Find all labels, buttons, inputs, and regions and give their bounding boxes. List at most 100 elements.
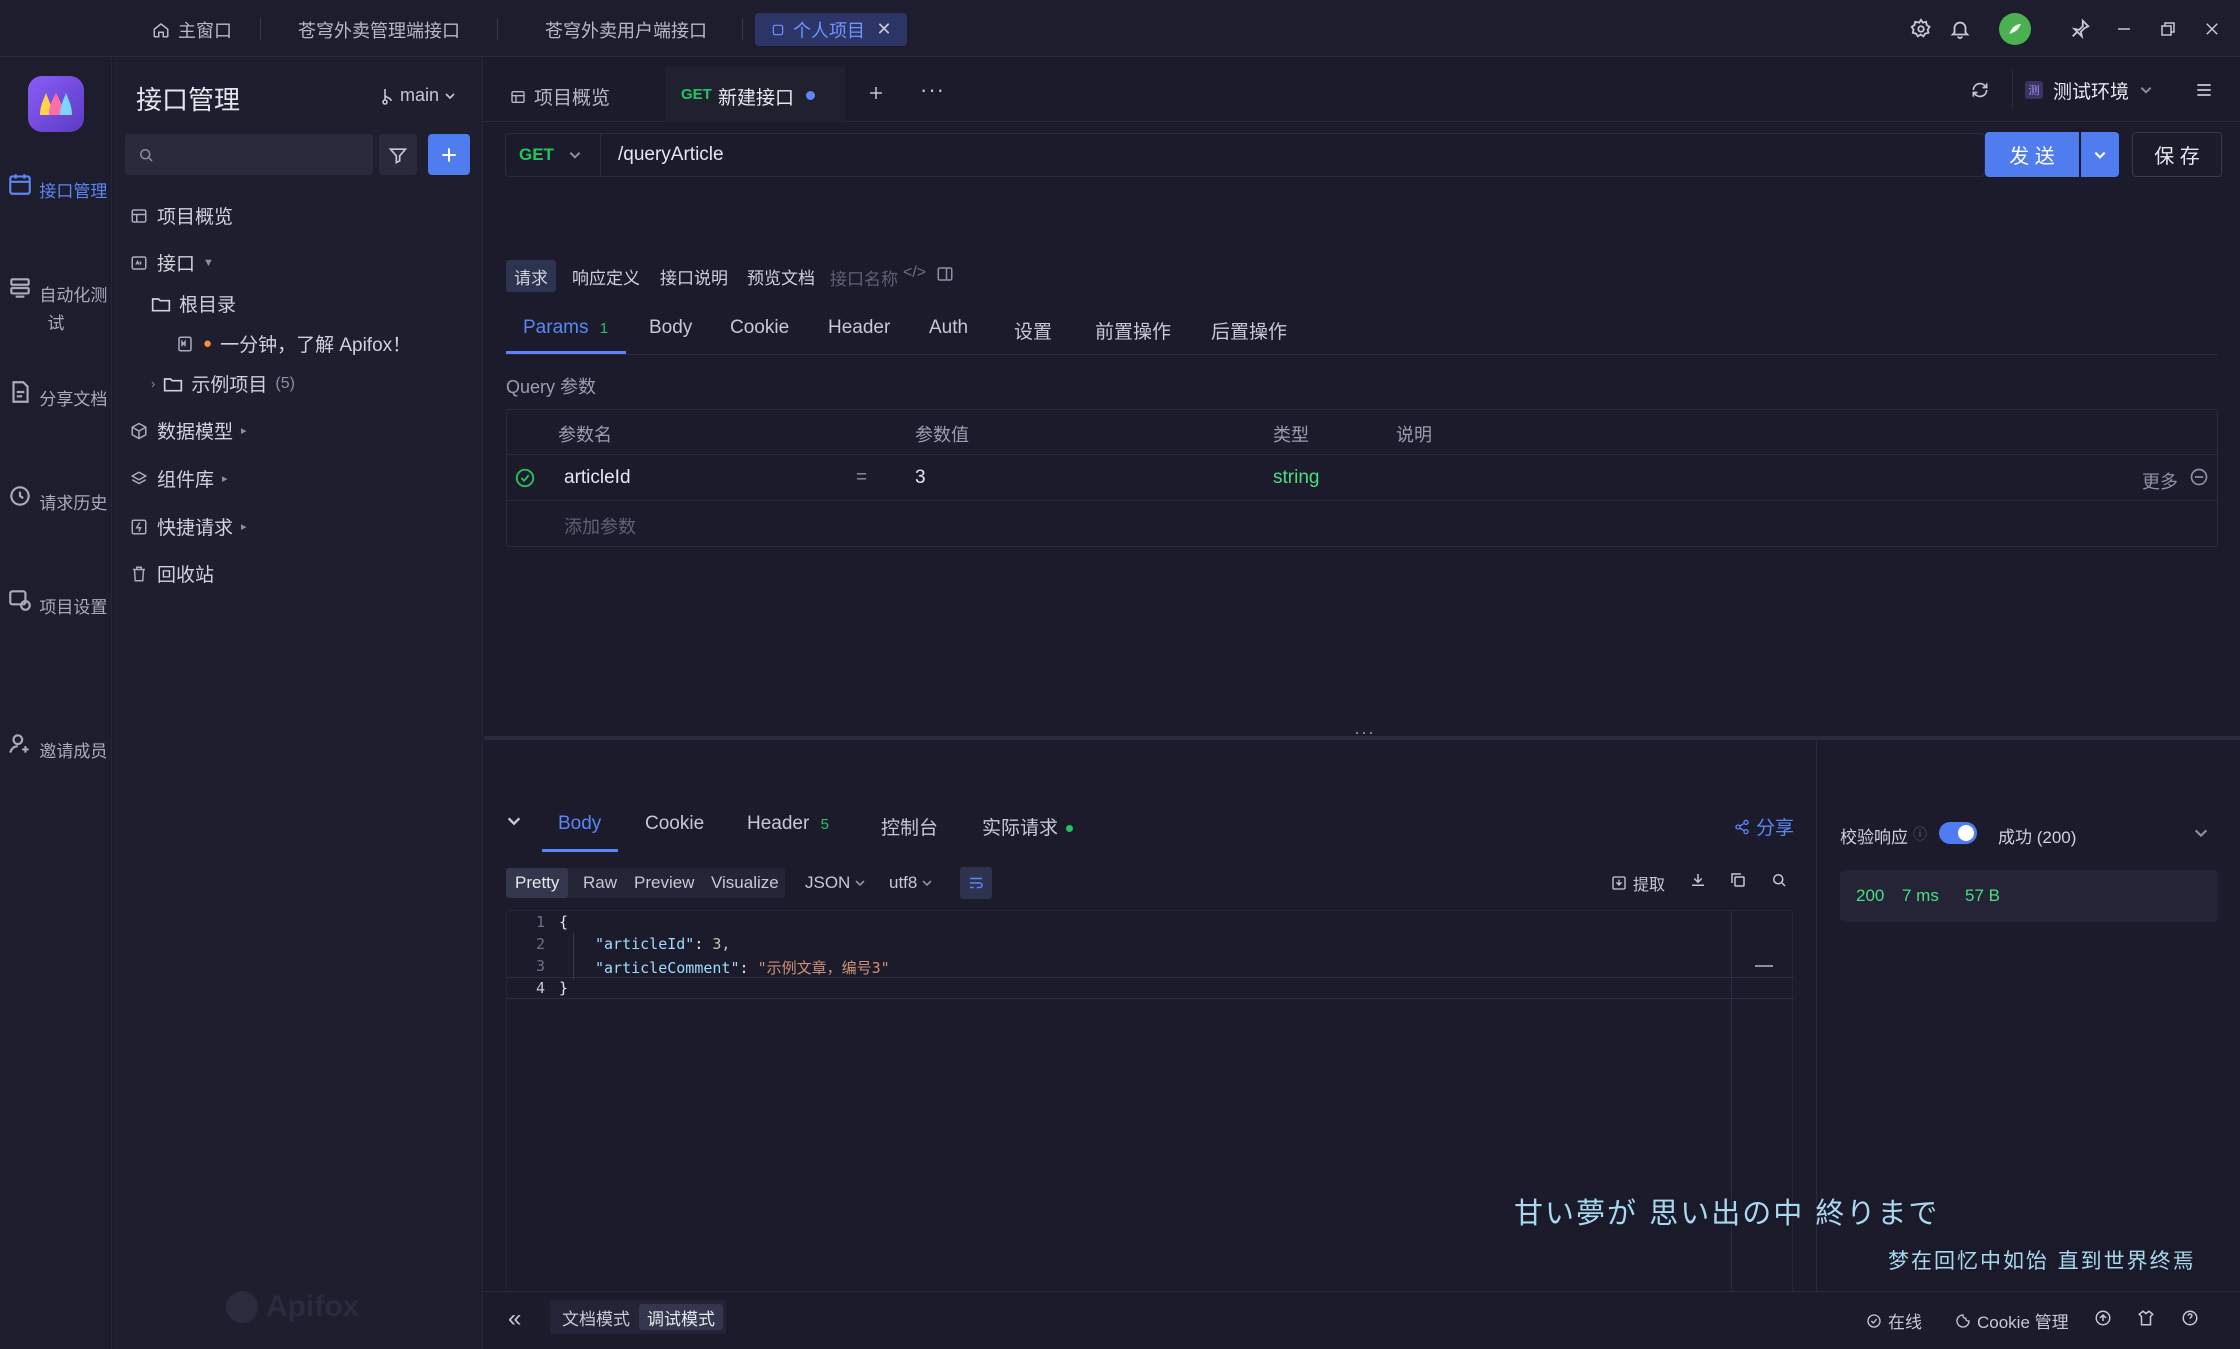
- wrap-toggle[interactable]: [960, 867, 992, 899]
- tree-item-overview[interactable]: 项目概览: [129, 202, 233, 229]
- branch-selector[interactable]: main: [381, 85, 456, 106]
- window-tab-personal[interactable]: 个人项目 ✕: [755, 13, 907, 46]
- tab-header[interactable]: Header: [828, 317, 890, 339]
- tree-item-components[interactable]: 组件库 ▸: [129, 465, 228, 492]
- format-preview[interactable]: Preview: [625, 868, 703, 898]
- add-button[interactable]: [428, 134, 470, 175]
- encoding-select[interactable]: utf8: [880, 868, 942, 898]
- restore-icon[interactable]: [2155, 16, 2181, 42]
- window-tab-user-api[interactable]: 苍穹外卖用户端接口: [545, 13, 707, 46]
- tree-item-root[interactable]: 根目录: [151, 290, 236, 317]
- tree-item-schemas[interactable]: 数据模型 ▸: [129, 417, 247, 444]
- minimize-icon[interactable]: [2111, 16, 2137, 42]
- resp-tab-cookie[interactable]: Cookie: [645, 813, 704, 835]
- param-type[interactable]: string: [1273, 467, 1319, 489]
- help-icon[interactable]: ⓘ: [1913, 824, 1927, 844]
- avatar[interactable]: [1999, 13, 2031, 45]
- rail-invite-member[interactable]: 邀请成员: [0, 729, 112, 765]
- send-options-button[interactable]: [2081, 132, 2119, 177]
- param-name[interactable]: articleId: [564, 467, 631, 489]
- subtab-response-def[interactable]: 响应定义: [564, 260, 648, 292]
- rail-api-management[interactable]: 接口管理: [0, 169, 112, 205]
- bell-icon[interactable]: [1947, 16, 1973, 42]
- window-tab-admin-api[interactable]: 苍穹外卖管理端接口: [298, 13, 460, 46]
- collapse-sidebar-icon[interactable]: «: [508, 1305, 521, 1333]
- collapse-chevron-icon[interactable]: [506, 813, 522, 829]
- more-link[interactable]: 更多: [2142, 468, 2178, 494]
- lang-select[interactable]: JSON: [796, 868, 875, 898]
- tab-label: 实际请求: [982, 818, 1059, 839]
- upload-icon[interactable]: [2094, 1309, 2112, 1327]
- tab-params[interactable]: Params 1: [523, 317, 608, 339]
- search-box[interactable]: [125, 134, 373, 175]
- method-select[interactable]: GET: [505, 133, 601, 177]
- filter-button[interactable]: [379, 134, 417, 175]
- tab-project-overview[interactable]: 项目概览: [510, 83, 610, 110]
- save-button[interactable]: 保 存: [2132, 132, 2222, 177]
- online-status[interactable]: 在线: [1866, 1308, 1922, 1333]
- resp-tab-body[interactable]: Body: [558, 813, 601, 835]
- format-raw[interactable]: Raw: [574, 868, 626, 898]
- window-tab-home[interactable]: 主窗口: [150, 13, 232, 46]
- response-code-editor[interactable]: 1 { 2 "articleId": 3, 3 "articleComment"…: [506, 910, 1794, 1330]
- close-window-icon[interactable]: [2199, 16, 2225, 42]
- extract-button[interactable]: 提取: [1611, 871, 1665, 895]
- tab-post-ops[interactable]: 后置操作: [1211, 317, 1287, 344]
- tree-item-api[interactable]: 接口 ▼: [129, 249, 214, 276]
- add-param-placeholder[interactable]: 添加参数: [564, 513, 636, 539]
- rail-automation[interactable]: 自动化测试: [0, 273, 112, 334]
- resp-tab-actual-request[interactable]: 实际请求: [982, 813, 1074, 840]
- url-input[interactable]: /queryArticle: [618, 144, 724, 166]
- search-icon[interactable]: [1770, 871, 1788, 889]
- menu-icon[interactable]: [2191, 77, 2217, 103]
- environment-selector[interactable]: 测 测试环境: [2012, 70, 2162, 110]
- shirt-icon[interactable]: [2137, 1309, 2155, 1327]
- apifox-watermark: Apifox: [226, 1290, 359, 1324]
- subtab-api-desc[interactable]: 接口说明: [652, 260, 736, 292]
- download-icon[interactable]: [1689, 871, 1707, 889]
- resp-tab-console[interactable]: 控制台: [881, 813, 938, 840]
- code-icon[interactable]: </>: [903, 264, 926, 282]
- rail-history[interactable]: 请求历史: [0, 481, 112, 517]
- refresh-icon[interactable]: [1967, 77, 1993, 103]
- validate-toggle[interactable]: [1939, 822, 1977, 844]
- tab-auth[interactable]: Auth: [929, 317, 968, 339]
- tab-settings[interactable]: 设置: [1014, 317, 1052, 344]
- side-panel-icon[interactable]: [936, 265, 954, 283]
- subtab-preview-doc[interactable]: 预览文档: [739, 260, 823, 292]
- resp-tab-header[interactable]: Header 5: [747, 813, 829, 835]
- remove-circle-icon[interactable]: [2189, 467, 2209, 487]
- more-tabs-icon[interactable]: ···: [920, 77, 945, 103]
- tab-cookie[interactable]: Cookie: [730, 317, 789, 339]
- help-icon[interactable]: [2181, 1309, 2199, 1327]
- settings-icon[interactable]: [1908, 16, 1934, 42]
- tab-pre-ops[interactable]: 前置操作: [1095, 317, 1171, 344]
- tree-item-doc[interactable]: ● 一分钟，了解 Apifox！: [175, 330, 411, 357]
- pin-icon[interactable]: [2067, 16, 2093, 42]
- format-pretty[interactable]: Pretty: [506, 868, 569, 898]
- drag-dots-icon[interactable]: ···: [1354, 722, 1375, 743]
- send-button[interactable]: 发 送: [1985, 132, 2079, 177]
- close-icon[interactable]: ✕: [875, 19, 893, 39]
- cookie-manager[interactable]: Cookie 管理: [1955, 1308, 2069, 1333]
- tab-new-api[interactable]: GET 新建接口: [665, 67, 845, 122]
- tree-item-trash[interactable]: 回收站: [129, 560, 214, 587]
- api-name-placeholder[interactable]: 接口名称: [830, 265, 898, 290]
- mode-debug[interactable]: 调试模式: [639, 1304, 723, 1330]
- chevron-down-icon[interactable]: [2193, 825, 2209, 841]
- tree-item-example[interactable]: › 示例项目 (5): [151, 370, 295, 397]
- subtab-request[interactable]: 请求: [506, 260, 556, 292]
- rail-share-docs[interactable]: 分享文档: [0, 377, 112, 413]
- enabled-check-icon[interactable]: [513, 466, 537, 490]
- copy-icon[interactable]: [1729, 871, 1747, 889]
- param-value[interactable]: 3: [915, 467, 926, 489]
- rail-project-settings[interactable]: 项目设置: [0, 585, 112, 621]
- mode-doc[interactable]: 文档模式: [554, 1304, 638, 1330]
- tab-body[interactable]: Body: [649, 317, 692, 339]
- search-input[interactable]: [163, 144, 363, 165]
- status-select[interactable]: 成功 (200): [1998, 823, 2076, 848]
- share-button[interactable]: 分享: [1734, 813, 1794, 840]
- format-visualize[interactable]: Visualize: [702, 868, 788, 898]
- tree-item-quick-request[interactable]: 快捷请求 ▸: [129, 513, 247, 540]
- new-tab-plus-icon[interactable]: [864, 81, 888, 105]
